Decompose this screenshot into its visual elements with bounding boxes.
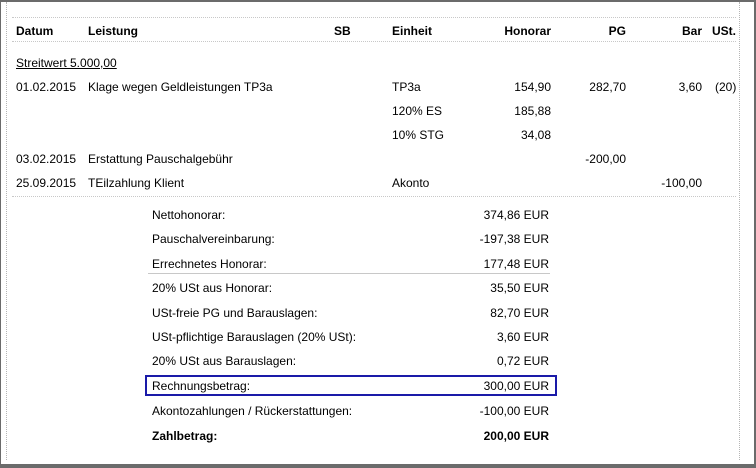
cell-honorar: 34,08 — [520, 128, 551, 142]
summary-value: 82,70 EUR — [490, 306, 549, 320]
summary-value: 0,72 EUR — [496, 354, 549, 368]
summary-top-divider — [12, 196, 736, 197]
summary-separator — [148, 273, 550, 274]
cell-einheit: Akonto — [392, 176, 430, 190]
cell-einheit: TP3a — [392, 80, 421, 94]
cell-ust: (20) — [715, 80, 737, 94]
summary-value: 374,86 EUR — [483, 208, 549, 222]
rechnungsbetrag-label: Rechnungsbetrag: — [152, 379, 251, 393]
cell-pg: -200,00 — [585, 152, 626, 166]
summary-label: Pauschalvereinbarung: — [152, 232, 275, 246]
rechnungsbetrag-value: 300,00 EUR — [483, 379, 549, 393]
cell-pg: 282,70 — [589, 80, 626, 94]
summary-label: USt-pflichtige Barauslagen (20% USt): — [152, 330, 357, 344]
col-header-datum: Datum — [16, 24, 54, 38]
summary-label: Akontozahlungen / Rückerstattungen: — [152, 404, 353, 418]
header-top-divider — [12, 17, 736, 18]
header-bottom-divider — [12, 41, 736, 42]
summary-label: Nettohonorar: — [152, 208, 226, 222]
zahlbetrag-value: 200,00 EUR — [483, 429, 549, 443]
cell-datum: 01.02.2015 — [16, 80, 77, 94]
col-header-sb: SB — [334, 24, 351, 38]
summary-label: USt-freie PG und Barauslagen: — [152, 306, 318, 320]
cell-leistung: TEilzahlung Klient — [88, 176, 185, 190]
cell-datum: 03.02.2015 — [16, 152, 77, 166]
cell-einheit: 120% ES — [392, 104, 443, 118]
col-header-ust: USt. — [712, 24, 736, 38]
col-header-pg: PG — [608, 24, 626, 38]
summary-label: 20% USt aus Honorar: — [152, 281, 273, 295]
col-header-honorar: Honorar — [504, 24, 551, 38]
cell-datum: 25.09.2015 — [16, 176, 77, 190]
cell-bar: 3,60 — [678, 80, 702, 94]
cell-honorar: 154,90 — [514, 80, 551, 94]
summary-value: -197,38 EUR — [479, 232, 549, 246]
cell-bar: -100,00 — [661, 176, 702, 190]
summary-label: 20% USt aus Barauslagen: — [152, 354, 297, 368]
summary-value: 177,48 EUR — [483, 257, 549, 271]
summary-value: -100,00 EUR — [479, 404, 549, 418]
cell-einheit: 10% STG — [392, 128, 445, 142]
summary-label: Errechnetes Honorar: — [152, 257, 267, 271]
cell-leistung: Erstattung Pauschalgebühr — [88, 152, 233, 166]
col-header-bar: Bar — [681, 24, 702, 38]
summary-value: 3,60 EUR — [496, 330, 549, 344]
cell-honorar: 185,88 — [514, 104, 551, 118]
col-header-leistung: Leistung — [88, 24, 138, 38]
cell-leistung: Klage wegen Geldleistungen TP3a — [88, 80, 273, 94]
streitwert-label: Streitwert 5.000,00 — [16, 56, 117, 70]
col-header-einheit: Einheit — [392, 24, 433, 38]
zahlbetrag-label: Zahlbetrag: — [152, 429, 218, 443]
summary-value: 35,50 EUR — [490, 281, 549, 295]
